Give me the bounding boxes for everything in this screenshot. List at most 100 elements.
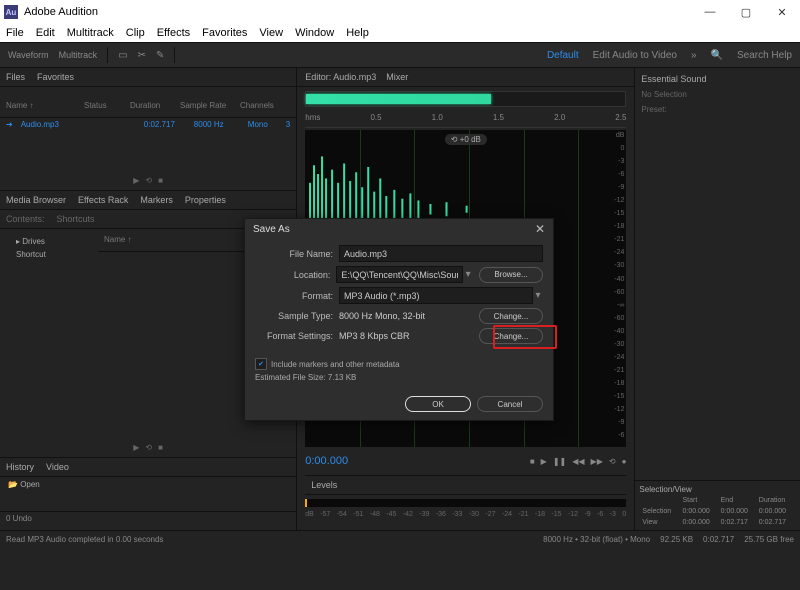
files-loop-icon[interactable]: ⟲ [145,176,152,185]
sample-type-value: 8000 Hz Mono, 32-bit [339,311,473,321]
dialog-close-button[interactable]: ✕ [535,222,545,236]
time-ruler[interactable]: hms0.51.01.52.02.5 [305,113,626,128]
tab-essential-sound[interactable]: Essential Sound [641,74,794,84]
status-size: 92.25 KB [660,535,693,544]
menu-file[interactable]: File [6,27,24,39]
files-play-icon[interactable]: ▶ [133,176,139,185]
overview-waveform[interactable] [305,91,626,107]
format-settings-value: MP3 8 Kbps CBR [339,331,473,341]
transport-loop-icon[interactable]: ⟲ [609,457,616,466]
file-channels: Mono [248,120,278,129]
transport-record-icon[interactable]: ● [622,457,627,466]
tab-properties[interactable]: Properties [185,195,226,205]
col-samplerate[interactable]: Sample Rate [180,101,232,117]
transport-forward-icon[interactable]: ▶▶ [591,457,603,466]
window-close-button[interactable]: ✕ [764,0,800,24]
menu-favorites[interactable]: Favorites [202,27,247,39]
search-help-placeholder[interactable]: Search Help [737,50,792,61]
file-samplerate: 8000 Hz [194,120,240,129]
workspace-more-link[interactable]: » [691,50,697,61]
location-label: Location: [255,270,336,280]
current-time: 0:00.000 [305,455,348,467]
tree-drives[interactable]: ▸ Drives [6,235,86,248]
window-maximize-button[interactable]: ▢ [728,0,764,24]
sample-type-change-button[interactable]: Change... [479,308,543,324]
selection-view-table: StartEndDuration Selection0:00.0000:00.0… [639,494,796,529]
tab-editor[interactable]: Editor: Audio.mp3 [305,72,376,82]
include-metadata-checkbox[interactable]: ✔ [255,358,267,370]
tab-history[interactable]: History [6,462,34,472]
transport-stop-icon[interactable]: ■ [530,457,535,466]
location-dropdown-icon[interactable]: ▾ [463,269,473,280]
file-status [102,120,136,129]
tab-levels[interactable]: Levels [311,480,337,490]
transport-pause-icon[interactable]: ❚❚ [553,457,566,466]
file-row[interactable]: ➔ Audio.mp3 0:02.717 8000 Hz Mono 3 [0,118,296,131]
include-metadata-label: Include markers and other metadata [271,360,400,369]
menu-clip[interactable]: Clip [126,27,145,39]
toolbar-cut-icon[interactable]: ✂ [138,50,146,61]
shortcuts-dropdown[interactable]: Shortcuts [57,214,95,224]
transport-rewind-icon[interactable]: ◀◀ [572,457,584,466]
mode-waveform-tab[interactable]: Waveform [8,50,49,60]
mode-multitrack-tab[interactable]: Multitrack [59,50,98,60]
location-input[interactable] [336,266,463,283]
tab-effects-rack[interactable]: Effects Rack [78,195,128,205]
media-loop-icon[interactable]: ⟲ [145,443,152,452]
col-status[interactable]: Status [84,101,122,117]
format-dropdown[interactable] [339,287,533,304]
ok-button[interactable]: OK [405,396,471,412]
playhead-gain-badge[interactable]: ⟲ +0 dB [445,134,487,145]
search-icon[interactable]: 🔍 [711,50,723,61]
menu-edit[interactable]: Edit [36,27,55,39]
tree-shortcut[interactable]: Shortcut [6,248,86,261]
menu-view[interactable]: View [259,27,283,39]
window-minimize-button[interactable]: — [692,0,728,24]
transport-play-icon[interactable]: ▶ [541,457,547,466]
db-scale: dB0-3-6-9-12-15-18-21-24-30-40-60-∞-60-4… [604,130,626,447]
format-settings-change-button[interactable]: Change... [479,328,543,344]
tab-video[interactable]: Video [46,462,69,472]
status-duration: 0:02.717 [703,535,734,544]
file-bit: 3 [286,120,290,129]
menu-multitrack[interactable]: Multitrack [67,27,114,39]
menu-effects[interactable]: Effects [157,27,190,39]
files-stop-icon[interactable]: ■ [158,176,163,185]
filename-label: File Name: [255,249,339,259]
filename-input[interactable] [339,245,543,262]
estimated-size: Estimated File Size: 7.13 KB [255,373,543,382]
tab-media-browser[interactable]: Media Browser [6,195,66,205]
col-name[interactable]: Name ↑ [6,101,76,117]
sample-type-label: Sample Type: [255,311,339,321]
tab-files[interactable]: Files [6,72,25,82]
undo-count: 0 Undo [0,511,296,530]
app-logo: Au [4,5,18,19]
media-stop-icon[interactable]: ■ [158,443,163,452]
tab-markers[interactable]: Markers [140,195,173,205]
workspace-edit-video-link[interactable]: Edit Audio to Video [593,50,677,61]
menu-window[interactable]: Window [295,27,334,39]
media-play-icon[interactable]: ▶ [133,443,139,452]
workspace-default-link[interactable]: Default [547,50,579,61]
status-format: 8000 Hz • 32-bit (float) • Mono [543,535,650,544]
save-as-dialog: Save As ✕ File Name: Location: ▾ Browse.… [244,218,554,421]
level-meter [305,499,626,507]
tab-mixer[interactable]: Mixer [386,72,408,82]
tab-selection-view[interactable]: Selection/View [639,485,796,494]
format-settings-label: Format Settings: [255,331,339,341]
history-item-open[interactable]: 📂 Open [0,477,296,492]
toolbar-tool-icon[interactable]: ▭ [118,50,127,61]
toolbar-heal-icon[interactable]: ✎ [156,50,164,61]
wave-icon: ➔ [6,120,13,129]
col-duration[interactable]: Duration [130,101,172,117]
col-channels[interactable]: Channels [240,101,280,117]
file-name: Audio.mp3 [21,120,94,129]
menu-help[interactable]: Help [346,27,369,39]
media-col-name[interactable]: Name ↑ [104,235,238,251]
cancel-button[interactable]: Cancel [477,396,543,412]
browse-button[interactable]: Browse... [479,267,543,283]
format-dropdown-icon[interactable]: ▾ [533,290,543,301]
tab-favorites[interactable]: Favorites [37,72,74,82]
essential-sound-no-selection: No Selection [641,90,794,99]
dialog-title: Save As [253,224,290,235]
